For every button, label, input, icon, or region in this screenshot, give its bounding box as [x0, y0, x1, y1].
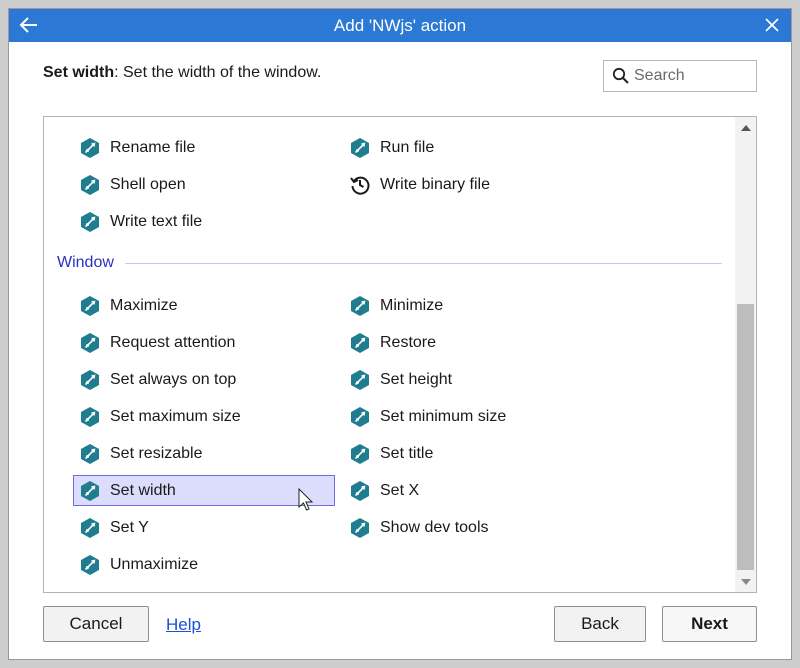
search-icon — [610, 65, 632, 87]
list-item-label: Shell open — [110, 176, 186, 193]
nwjs-icon — [349, 332, 371, 354]
list-item-label: Write binary file — [380, 176, 490, 193]
nwjs-icon — [79, 480, 101, 502]
list-item-request-attention[interactable]: Request attention — [73, 328, 335, 358]
close-icon[interactable] — [759, 12, 785, 38]
section-divider — [125, 263, 722, 264]
list-item-label: Set always on top — [110, 371, 237, 388]
list-item-label: Request attention — [110, 334, 236, 351]
nwjs-icon — [79, 554, 101, 576]
list-item-label: Unmaximize — [110, 556, 199, 573]
list-item-set-title[interactable]: Set title — [343, 439, 583, 469]
list-item-show-dev-tools[interactable]: Show dev tools — [343, 513, 583, 543]
list-item-set-maximum-size[interactable]: Set maximum size — [73, 402, 335, 432]
list-item-shell-open[interactable]: Shell open — [73, 170, 313, 200]
scroll-up-arrow-icon[interactable] — [735, 118, 756, 138]
action-description-text: : Set the width of the window. — [114, 64, 322, 81]
list-item-label: Rename file — [110, 139, 196, 156]
nwjs-icon — [79, 406, 101, 428]
nwjs-icon — [349, 406, 371, 428]
list-item-set-height[interactable]: Set height — [343, 365, 583, 395]
list-item-minimize[interactable]: Minimize — [343, 291, 583, 321]
mouse-pointer-icon — [298, 488, 314, 511]
nwjs-icon — [349, 517, 371, 539]
nwjs-icon — [79, 174, 101, 196]
list-item-label: Set height — [380, 371, 453, 388]
nwjs-icon — [79, 517, 101, 539]
list-item-label: Set X — [380, 482, 420, 499]
nwjs-icon — [79, 295, 101, 317]
nwjs-icon — [79, 332, 101, 354]
list-item-label: Restore — [380, 334, 437, 351]
action-list[interactable]: Rename file Run file Shell open Write bi… — [43, 116, 757, 593]
list-item-set-width[interactable]: Set width — [73, 475, 335, 506]
search-input[interactable] — [634, 67, 752, 85]
list-item-run-file[interactable]: Run file — [343, 133, 583, 163]
next-button[interactable]: Next — [662, 606, 757, 642]
list-item-label: Set minimum size — [380, 408, 507, 425]
nwjs-icon — [349, 295, 371, 317]
list-item-label: Minimize — [380, 297, 444, 314]
cancel-button[interactable]: Cancel — [43, 606, 149, 642]
list-item-label: Show dev tools — [380, 519, 489, 536]
list-item-set-x[interactable]: Set X — [343, 476, 583, 506]
add-action-dialog: Add 'NWjs' action Set width: Set the wid… — [8, 8, 792, 660]
nwjs-icon — [349, 369, 371, 391]
list-item-rename-file[interactable]: Rename file — [73, 133, 313, 163]
list-item-label: Set maximum size — [110, 408, 241, 425]
title-bar: Add 'NWjs' action — [9, 9, 791, 42]
nwjs-icon — [79, 443, 101, 465]
list-item-set-always-on-top[interactable]: Set always on top — [73, 365, 335, 395]
list-item-restore[interactable]: Restore — [343, 328, 583, 358]
list-item-label: Set Y — [110, 519, 149, 536]
list-item-set-resizable[interactable]: Set resizable — [73, 439, 335, 469]
section-title-window: Window — [57, 254, 114, 271]
list-item-write-text-file[interactable]: Write text file — [73, 207, 313, 237]
list-item-label: Set title — [380, 445, 434, 462]
list-item-label: Maximize — [110, 297, 178, 314]
nwjs-icon — [349, 443, 371, 465]
search-box[interactable] — [603, 60, 757, 92]
list-item-maximize[interactable]: Maximize — [73, 291, 335, 321]
scrollbar-thumb[interactable] — [737, 304, 754, 570]
back-button[interactable]: Back — [554, 606, 646, 642]
dialog-title: Add 'NWjs' action — [333, 16, 467, 35]
history-icon — [350, 176, 370, 195]
list-item-write-binary-file[interactable]: Write binary file — [343, 170, 583, 200]
action-description-name: Set width — [43, 64, 115, 81]
nwjs-icon — [349, 137, 371, 159]
list-item-unmaximize[interactable]: Unmaximize — [73, 550, 335, 580]
help-link[interactable]: Help — [166, 615, 201, 635]
list-item-set-y[interactable]: Set Y — [73, 513, 335, 543]
list-item-label: Set width — [110, 481, 176, 499]
nwjs-icon — [79, 137, 101, 159]
nwjs-icon — [349, 480, 371, 502]
nwjs-icon — [79, 369, 101, 391]
list-item-set-minimum-size[interactable]: Set minimum size — [343, 402, 583, 432]
list-item-label: Run file — [380, 139, 435, 156]
scroll-down-arrow-icon[interactable] — [735, 572, 756, 592]
nwjs-icon — [79, 211, 101, 233]
list-item-label: Write text file — [110, 213, 203, 230]
list-item-label: Set resizable — [110, 445, 203, 462]
action-description: Set width: Set the width of the window. — [43, 64, 321, 82]
vertical-scrollbar[interactable] — [735, 117, 756, 592]
